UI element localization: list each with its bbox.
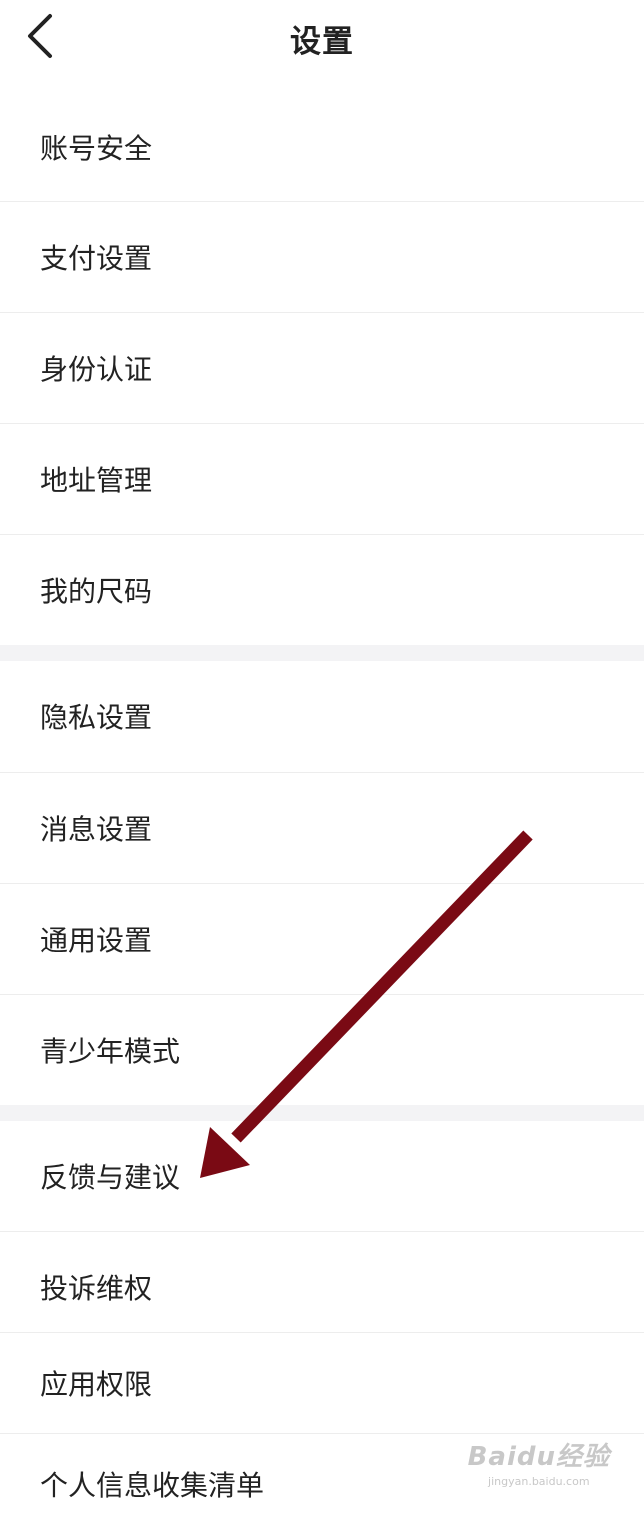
settings-item-account-security[interactable]: 账号安全 <box>0 92 644 202</box>
settings-item-label: 地址管理 <box>40 464 153 497</box>
settings-item-privacy[interactable]: 隐私设置 <box>0 661 644 771</box>
settings-item-label: 投诉维权 <box>40 1272 153 1305</box>
settings-item-label: 青少年模式 <box>40 1035 181 1068</box>
watermark-logo: Baidu经验 jingyan.baidu.com <box>468 1436 610 1488</box>
section-separator <box>0 645 644 661</box>
settings-item-payment[interactable]: 支付设置 <box>0 202 644 312</box>
settings-item-address[interactable]: 地址管理 <box>0 424 644 534</box>
settings-item-label: 个人信息收集清单 <box>40 1469 265 1502</box>
settings-item-label: 支付设置 <box>40 242 153 275</box>
settings-item-messages[interactable]: 消息设置 <box>0 773 644 883</box>
settings-item-teen-mode[interactable]: 青少年模式 <box>0 995 644 1105</box>
settings-item-app-permissions[interactable]: 应用权限 <box>0 1333 644 1433</box>
section-separator <box>0 1105 644 1121</box>
watermark-sub-text: jingyan.baidu.com <box>488 1475 590 1488</box>
settings-item-general[interactable]: 通用设置 <box>0 884 644 994</box>
page-title: 设置 <box>290 24 354 60</box>
settings-item-label: 应用权限 <box>40 1368 153 1401</box>
settings-item-complaints[interactable]: 投诉维权 <box>0 1232 644 1342</box>
settings-item-label: 通用设置 <box>40 924 153 957</box>
settings-item-feedback[interactable]: 反馈与建议 <box>0 1121 644 1231</box>
settings-item-my-size[interactable]: 我的尺码 <box>0 535 644 645</box>
settings-item-label: 我的尺码 <box>40 575 153 608</box>
settings-item-label: 反馈与建议 <box>40 1161 181 1194</box>
settings-item-label: 隐私设置 <box>40 701 153 734</box>
settings-item-label: 身份认证 <box>40 353 153 386</box>
settings-item-identity[interactable]: 身份认证 <box>0 313 644 423</box>
settings-item-label: 消息设置 <box>40 813 153 846</box>
settings-item-label: 账号安全 <box>40 132 153 165</box>
watermark-main-text: Baidu经验 <box>467 1442 610 1472</box>
top-navigation-bar: 设置 <box>0 0 644 80</box>
